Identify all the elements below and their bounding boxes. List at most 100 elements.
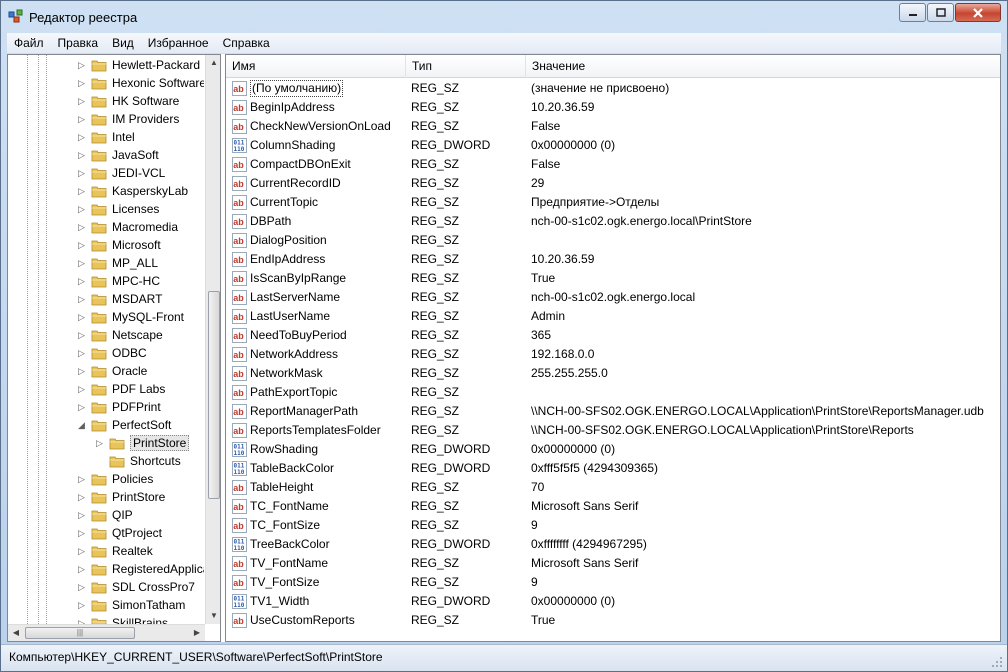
tree-item[interactable]: ▷ SkillBrains xyxy=(77,614,168,624)
value-row[interactable]: ab CheckNewVersionOnLoad REG_SZ False xyxy=(226,117,1000,136)
tree-item[interactable]: ▷ SimonTatham xyxy=(77,596,185,614)
scroll-down-arrow-icon[interactable]: ▼ xyxy=(206,608,220,624)
column-header-value[interactable]: Значение xyxy=(526,55,1000,78)
value-row[interactable]: ab TableHeight REG_SZ 70 xyxy=(226,478,1000,497)
expand-arrow-icon[interactable]: ▷ xyxy=(77,330,86,340)
expand-arrow-icon[interactable]: ▷ xyxy=(77,276,86,286)
tree-item[interactable]: ◢ PerfectSoft xyxy=(77,416,171,434)
menu-file[interactable]: Файл xyxy=(7,33,51,53)
tree-vertical-scrollbar[interactable]: ▲ ▼ xyxy=(205,55,220,624)
minimize-button[interactable] xyxy=(899,3,926,22)
tree-item[interactable]: ▷ JEDI-VCL xyxy=(77,164,165,182)
close-button[interactable] xyxy=(955,3,1001,22)
expand-arrow-icon[interactable]: ▷ xyxy=(77,348,86,358)
value-row[interactable]: ab BeginIpAddress REG_SZ 10.20.36.59 xyxy=(226,98,1000,117)
expand-arrow-icon[interactable]: ▷ xyxy=(77,150,86,160)
tree-item[interactable]: ▷ MySQL-Front xyxy=(77,308,184,326)
value-row[interactable]: ab EndIpAddress REG_SZ 10.20.36.59 xyxy=(226,250,1000,269)
expand-arrow-icon[interactable]: ▷ xyxy=(77,366,86,376)
value-row[interactable]: 011 110 ColumnShading REG_DWORD 0x00000000 (… xyxy=(226,136,1000,155)
tree-item[interactable]: ▷ QIP xyxy=(77,506,133,524)
value-row[interactable]: 011 110 TV1_Width REG_DWORD 0x00000000 (0) xyxy=(226,592,1000,611)
expand-arrow-icon[interactable]: ▷ xyxy=(77,114,86,124)
expand-arrow-icon[interactable]: ▷ xyxy=(77,222,86,232)
tree-hscroll-thumb[interactable]: ||| xyxy=(25,627,135,639)
value-row[interactable]: ab NetworkMask REG_SZ 255.255.255.0 xyxy=(226,364,1000,383)
expand-arrow-icon[interactable]: ▷ xyxy=(77,168,86,178)
tree-item[interactable]: ▷ RegisteredApplications xyxy=(77,560,204,578)
column-header-name[interactable]: Имя xyxy=(226,55,406,78)
value-row[interactable]: ab TC_FontName REG_SZ Microsoft Sans Serif xyxy=(226,497,1000,516)
expand-arrow-icon[interactable]: ▷ xyxy=(77,492,86,502)
tree-item[interactable]: ▷ PrintStore xyxy=(77,488,165,506)
menu-help[interactable]: Справка xyxy=(216,33,277,53)
value-row[interactable]: ab TV_FontSize REG_SZ 9 xyxy=(226,573,1000,592)
resize-grip-icon[interactable] xyxy=(991,656,1003,668)
tree-item[interactable]: ▷ Oracle xyxy=(77,362,147,380)
tree-item[interactable]: ▷ SDL CrossPro7 xyxy=(77,578,195,596)
expand-arrow-icon[interactable]: ▷ xyxy=(95,438,104,448)
tree-vscroll-thumb[interactable] xyxy=(208,291,220,499)
expand-arrow-icon[interactable]: ▷ xyxy=(77,402,86,412)
expand-arrow-icon[interactable]: ▷ xyxy=(77,258,86,268)
tree-item[interactable]: ▷ MP_ALL xyxy=(77,254,158,272)
value-row[interactable]: 011 110 TableBackColor REG_DWORD 0xfff5f5f5 … xyxy=(226,459,1000,478)
menu-view[interactable]: Вид xyxy=(105,33,141,53)
value-row[interactable]: ab CompactDBOnExit REG_SZ False xyxy=(226,155,1000,174)
value-row[interactable]: ab LastUserName REG_SZ Admin xyxy=(226,307,1000,326)
tree-item[interactable]: ▷ MSDART xyxy=(77,290,162,308)
tree-item[interactable]: ▷ QtProject xyxy=(77,524,162,542)
expand-arrow-icon[interactable]: ▷ xyxy=(77,528,86,538)
value-row[interactable]: ab TC_FontSize REG_SZ 9 xyxy=(226,516,1000,535)
tree-item[interactable]: ▷ PDFPrint xyxy=(77,398,161,416)
tree-item[interactable]: ▷ Intel xyxy=(77,128,135,146)
expand-arrow-icon[interactable]: ▷ xyxy=(77,60,86,70)
tree-item[interactable]: ▷ Microsoft xyxy=(77,236,161,254)
value-row[interactable]: ab TV_FontName REG_SZ Microsoft Sans Serif xyxy=(226,554,1000,573)
value-row[interactable]: ab CurrentRecordID REG_SZ 29 xyxy=(226,174,1000,193)
expand-arrow-icon[interactable]: ▷ xyxy=(77,474,86,484)
tree-item[interactable]: ▷ Realtek xyxy=(77,542,153,560)
tree-item[interactable]: ▷ PrintStore xyxy=(95,434,190,452)
expand-arrow-icon[interactable]: ▷ xyxy=(77,312,86,322)
tree-horizontal-scrollbar[interactable]: ◀ ||| ▶ xyxy=(8,624,205,641)
expand-arrow-icon[interactable]: ▷ xyxy=(77,96,86,106)
tree-item[interactable]: ▷ PDF Labs xyxy=(77,380,165,398)
tree-item[interactable]: ▷ ODBC xyxy=(77,344,147,362)
value-row[interactable]: ab DialogPosition REG_SZ xyxy=(226,231,1000,250)
value-row[interactable]: ab LastServerName REG_SZ nch-00-s1c02.ogk.e… xyxy=(226,288,1000,307)
value-row[interactable]: ab ReportsTemplatesFolder REG_SZ \\NCH-00-S… xyxy=(226,421,1000,440)
expand-arrow-icon[interactable]: ▷ xyxy=(77,132,86,142)
value-row[interactable]: 011 110 TreeBackColor REG_DWORD 0xffffffff (… xyxy=(226,535,1000,554)
tree-item[interactable]: ▷ HK Software xyxy=(77,92,179,110)
tree-item[interactable]: ▷ JavaSoft xyxy=(77,146,159,164)
tree-item[interactable]: ▷ IM Providers xyxy=(77,110,179,128)
scroll-right-arrow-icon[interactable]: ▶ xyxy=(189,625,205,641)
tree-item[interactable]: ▷ Macromedia xyxy=(77,218,178,236)
tree-item[interactable]: ▷ KasperskyLab xyxy=(77,182,188,200)
expand-arrow-icon[interactable]: ▷ xyxy=(77,600,86,610)
scroll-left-arrow-icon[interactable]: ◀ xyxy=(8,625,24,641)
expand-arrow-icon[interactable]: ▷ xyxy=(77,510,86,520)
value-row[interactable]: ab DBPath REG_SZ nch-00-s1c02.ogk.energo.lo… xyxy=(226,212,1000,231)
value-row[interactable]: ab UseCustomReports REG_SZ True xyxy=(226,611,1000,630)
expand-arrow-icon[interactable]: ▷ xyxy=(77,186,86,196)
expand-arrow-icon[interactable]: ▷ xyxy=(77,240,86,250)
expand-arrow-icon[interactable]: ▷ xyxy=(77,78,86,88)
scroll-up-arrow-icon[interactable]: ▲ xyxy=(206,55,220,71)
expand-arrow-icon[interactable]: ▷ xyxy=(77,546,86,556)
value-row[interactable]: ab ReportManagerPath REG_SZ \\NCH-00-SFS02.… xyxy=(226,402,1000,421)
expand-arrow-icon[interactable]: ▷ xyxy=(77,582,86,592)
menu-edit[interactable]: Правка xyxy=(51,33,106,53)
column-header-type[interactable]: Тип xyxy=(406,55,526,78)
maximize-button[interactable] xyxy=(927,3,954,22)
expand-arrow-icon[interactable]: ▷ xyxy=(77,294,86,304)
expand-arrow-icon[interactable]: ▷ xyxy=(77,564,86,574)
value-row[interactable]: ab IsScanByIpRange REG_SZ True xyxy=(226,269,1000,288)
tree-item[interactable]: ▷ Hewlett-Packard xyxy=(77,56,200,74)
tree-item[interactable]: ▷ Policies xyxy=(77,470,153,488)
value-row[interactable]: ab NeedToBuyPeriod REG_SZ 365 xyxy=(226,326,1000,345)
tree-item[interactable]: ▷ MPC-HC xyxy=(77,272,160,290)
collapse-arrow-icon[interactable]: ◢ xyxy=(77,420,86,430)
title-bar[interactable]: Редактор реестра xyxy=(1,1,1007,33)
